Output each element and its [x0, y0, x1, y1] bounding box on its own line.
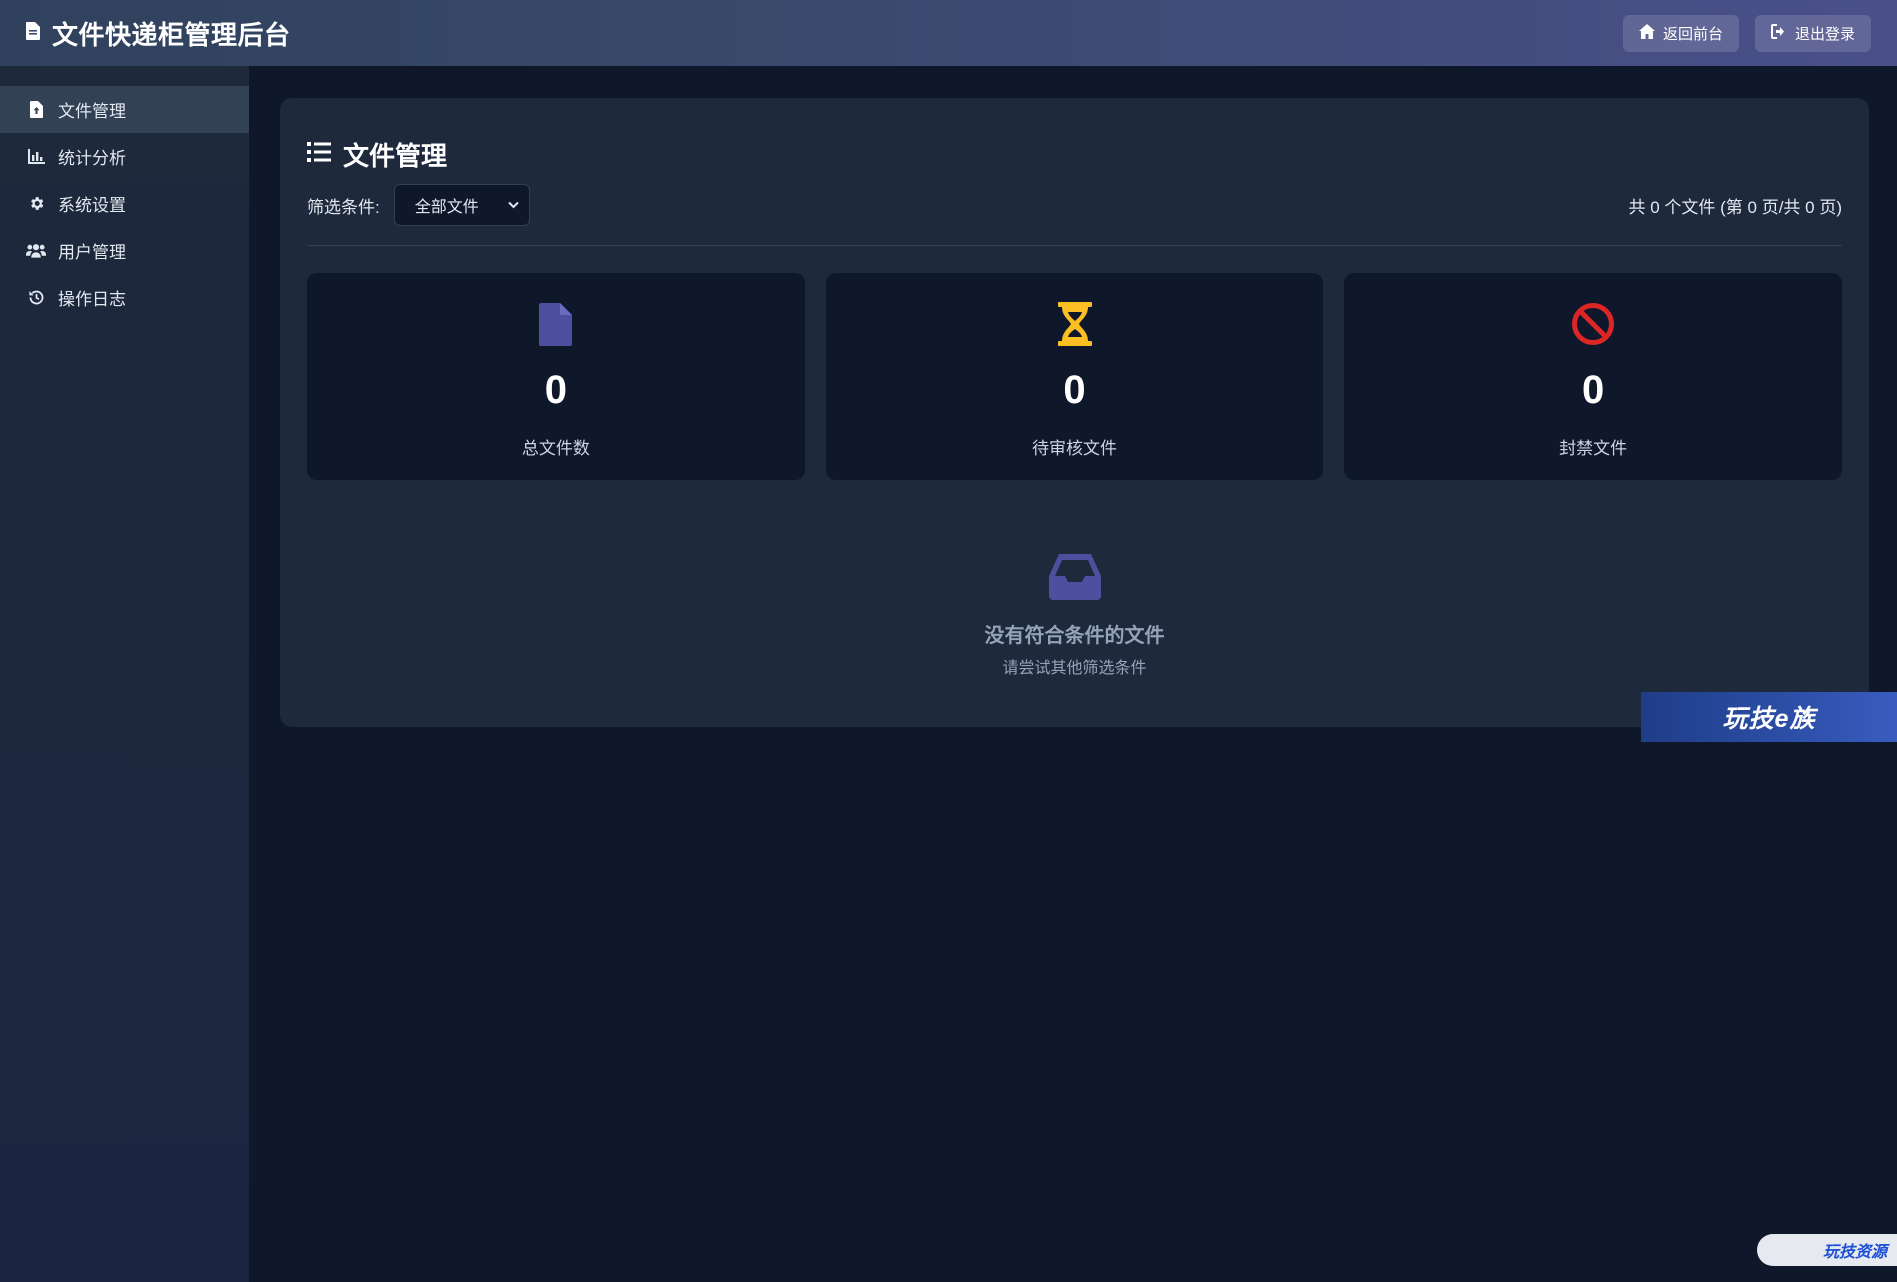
promo-banner[interactable]: 玩技e族 [1641, 692, 1897, 742]
sidebar-item-file-management[interactable]: 文件管理 [0, 86, 249, 133]
logout-button[interactable]: 退出登录 [1754, 14, 1871, 52]
users-icon [26, 243, 46, 259]
list-icon [307, 141, 331, 168]
file-management-panel: 文件管理 筛选条件: 全部文件 共 0 个文件 (第 0 页/共 0 页) 0 … [280, 98, 1869, 727]
chevron-down-icon [508, 196, 519, 214]
filter-selected-value: 全部文件 [414, 199, 479, 216]
back-to-frontend-button[interactable]: 返回前台 [1622, 14, 1739, 52]
file-icon [26, 21, 40, 45]
top-header: 文件快递柜管理后台 返回前台 退出登录 [0, 0, 1897, 66]
sidebar-item-label: 文件管理 [58, 102, 126, 121]
stat-label: 封禁文件 [1559, 439, 1628, 458]
sidebar-item-label: 用户管理 [58, 243, 126, 262]
app-title: 文件快递柜管理后台 [52, 19, 291, 50]
divider [307, 245, 1842, 246]
file-icon [539, 302, 573, 346]
sidebar-item-settings[interactable]: 系统设置 [0, 180, 249, 227]
sidebar-item-logs[interactable]: 操作日志 [0, 274, 249, 321]
back-to-frontend-label: 返回前台 [1662, 25, 1723, 43]
hourglass-icon [1057, 302, 1092, 346]
ban-icon [1571, 302, 1615, 346]
stat-value: 0 [544, 368, 567, 412]
sidebar: 文件管理 统计分析 系统设置 用户管理 操作日志 [0, 66, 249, 1282]
stat-card-banned: 0 封禁文件 [1344, 273, 1843, 480]
stat-label: 待审核文件 [1032, 439, 1117, 458]
filter-select[interactable]: 全部文件 [393, 184, 530, 226]
file-count-text: 共 0 个文件 (第 0 页/共 0 页) [1628, 197, 1842, 217]
file-upload-icon [26, 101, 46, 118]
stat-card-total: 0 总文件数 [307, 273, 805, 480]
gear-icon [26, 195, 46, 212]
stat-value: 0 [1582, 368, 1605, 412]
empty-state: 没有符合条件的文件 请尝试其他筛选条件 [307, 554, 1842, 678]
sidebar-item-label: 操作日志 [58, 290, 126, 309]
stat-label: 总文件数 [521, 439, 590, 458]
page-title: 文件管理 [343, 140, 448, 171]
header-brand: 文件快递柜管理后台 [26, 15, 291, 52]
filter-label: 筛选条件: [307, 197, 380, 217]
inbox-icon [1048, 554, 1101, 605]
sidebar-item-users[interactable]: 用户管理 [0, 227, 249, 274]
sidebar-item-label: 系统设置 [58, 196, 126, 215]
sidebar-item-label: 统计分析 [58, 149, 126, 168]
home-icon [1638, 23, 1655, 43]
logout-icon [1770, 23, 1787, 43]
empty-title: 没有符合条件的文件 [984, 625, 1165, 647]
logout-label: 退出登录 [1794, 25, 1855, 43]
empty-subtitle: 请尝试其他筛选条件 [1002, 660, 1147, 677]
stat-value: 0 [1063, 368, 1086, 412]
sidebar-item-statistics[interactable]: 统计分析 [0, 133, 249, 180]
chart-icon [26, 149, 46, 164]
history-icon [26, 289, 46, 306]
main-content: 文件管理 筛选条件: 全部文件 共 0 个文件 (第 0 页/共 0 页) 0 … [249, 66, 1897, 1282]
stat-card-pending: 0 待审核文件 [825, 273, 1324, 480]
watermark-badge[interactable]: 玩技资源 [1757, 1234, 1897, 1266]
